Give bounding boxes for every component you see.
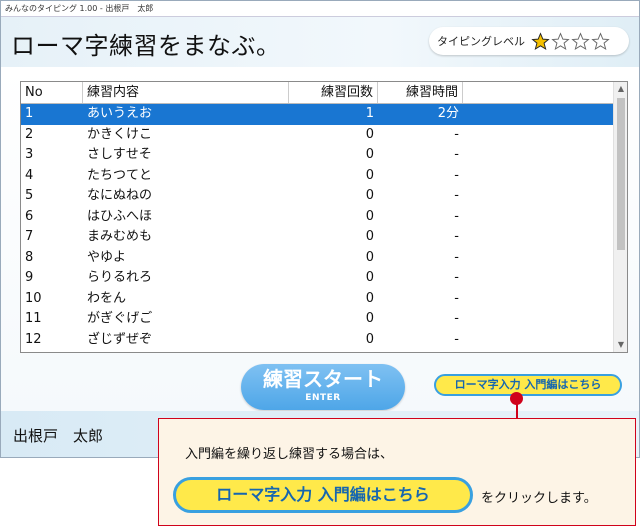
cell-content: さしすせそ — [87, 147, 152, 162]
cell-content: がぎぐげご — [87, 311, 153, 326]
cell-no: 10 — [25, 290, 42, 306]
cell-count: 0 — [365, 331, 374, 347]
scroll-up-icon[interactable]: ▲ — [614, 82, 627, 96]
start-practice-shortcut: ENTER — [305, 393, 341, 403]
star-empty-icon — [551, 31, 570, 50]
column-header-content[interactable]: 練習内容 — [83, 82, 289, 103]
typing-level-indicator: タイピングレベル — [429, 27, 629, 55]
star-empty-icon — [571, 31, 590, 50]
cell-content: なにぬねの — [87, 188, 153, 203]
table-row[interactable]: 8 やゆよ 0 - — [21, 248, 627, 269]
cell-time: - — [454, 167, 459, 183]
cell-no: 12 — [25, 331, 42, 347]
cell-count: 0 — [365, 147, 374, 162]
cell-no: 6 — [25, 208, 34, 224]
cell-count: 0 — [365, 167, 374, 183]
cell-time: - — [454, 188, 459, 203]
cell-count: 0 — [365, 229, 374, 244]
cell-content: やゆよ — [87, 249, 127, 265]
window-title: みんなのタイピング 1.00 - 出根戸 太郎 — [1, 1, 639, 17]
page-title: ローマ字練習をまなぶ。 — [11, 32, 281, 60]
column-header-time[interactable]: 練習時間 — [378, 82, 463, 103]
lesson-table[interactable]: No 練習内容 練習回数 練習時間 1 あいうえお 1 2分 2 かきくけこ 0 - 3 さしすせ… — [20, 81, 628, 353]
cell-time: 2分 — [437, 106, 459, 121]
cell-no: 2 — [25, 126, 34, 142]
table-row[interactable]: 1 あいうえお 1 2分 — [21, 104, 627, 125]
cell-time: - — [454, 270, 459, 285]
cell-no: 11 — [25, 311, 42, 326]
table-row[interactable]: 4 たちつてと 0 - — [21, 166, 627, 187]
table-row[interactable]: 9 らりるれろ 0 - — [21, 268, 627, 289]
cell-content: まみむめも — [87, 229, 153, 244]
callout-text-2: をクリックします。 — [481, 491, 597, 506]
cell-no: 1 — [25, 106, 34, 121]
cell-count: 0 — [365, 249, 374, 265]
cell-content: あいうえお — [87, 106, 153, 121]
column-header-count[interactable]: 練習回数 — [289, 82, 378, 103]
cell-time: - — [454, 147, 459, 162]
cell-content: かきくけこ — [87, 126, 153, 142]
typing-level-label: タイピングレベル — [437, 35, 525, 48]
cell-no: 5 — [25, 188, 34, 203]
column-header-no[interactable]: No — [21, 82, 83, 103]
cell-content: らりるれろ — [87, 270, 153, 285]
cell-count: 0 — [365, 270, 374, 285]
cell-time: - — [454, 311, 459, 326]
intro-course-link[interactable]: ローマ字入力 入門編はこちら — [434, 374, 622, 396]
header-banner: ローマ字練習をまなぶ。 タイピングレベル — [1, 17, 639, 67]
start-practice-label: 練習スタート — [263, 367, 383, 391]
scroll-thumb[interactable] — [617, 98, 625, 250]
cell-no: 3 — [25, 147, 34, 162]
star-empty-icon — [591, 31, 610, 50]
table-row[interactable]: 12 ざじずぜぞ 0 - — [21, 330, 627, 351]
callout-intro-link: ローマ字入力 入門編はこちら — [173, 477, 473, 513]
table-row[interactable]: 6 はひふへほ 0 - — [21, 207, 627, 228]
callout-pointer-dot — [510, 392, 523, 405]
cell-time: - — [454, 331, 459, 347]
start-practice-button[interactable]: 練習スタート ENTER — [241, 364, 405, 410]
table-row[interactable]: 10 わをん 0 - — [21, 289, 627, 310]
cell-count: 0 — [365, 188, 374, 203]
table-row[interactable]: 11 がぎぐげご 0 - — [21, 309, 627, 330]
cell-count: 0 — [365, 208, 374, 224]
vertical-scrollbar[interactable]: ▲ ▼ — [613, 82, 627, 352]
instruction-callout: 入門編を繰り返し練習する場合は、 ローマ字入力 入門編はこちら をクリックします… — [158, 418, 636, 526]
table-row[interactable]: 3 さしすせそ 0 - — [21, 145, 627, 166]
cell-time: - — [454, 290, 459, 306]
cell-no: 4 — [25, 167, 34, 183]
table-header: No 練習内容 練習回数 練習時間 — [21, 82, 627, 104]
cell-count: 0 — [365, 311, 374, 326]
table-row[interactable]: 2 かきくけこ 0 - — [21, 125, 627, 146]
table-row[interactable]: 5 なにぬねの 0 - — [21, 186, 627, 207]
cell-count: 0 — [365, 290, 374, 306]
cell-time: - — [454, 126, 459, 142]
cell-time: - — [454, 249, 459, 265]
cell-no: 8 — [25, 249, 34, 265]
cell-count: 0 — [365, 126, 374, 142]
main-area: No 練習内容 練習回数 練習時間 1 あいうえお 1 2分 2 かきくけこ 0 - 3 さしすせ… — [1, 67, 639, 411]
cell-no: 9 — [25, 270, 34, 285]
cell-content: たちつてと — [87, 167, 153, 183]
cell-time: - — [454, 229, 459, 244]
user-name: 出根戸 太郎 — [13, 427, 104, 445]
table-body: 1 あいうえお 1 2分 2 かきくけこ 0 - 3 さしすせそ 0 - 4 たちつてと 0 - 5 なにぬねの 0… — [21, 104, 627, 350]
cell-no: 7 — [25, 229, 34, 244]
cell-count: 1 — [365, 106, 374, 121]
scroll-down-icon[interactable]: ▼ — [614, 338, 627, 352]
app-window: みんなのタイピング 1.00 - 出根戸 太郎 ローマ字練習をまなぶ。 タイピン… — [0, 0, 640, 458]
cell-time: - — [454, 208, 459, 224]
cell-content: わをん — [87, 290, 127, 306]
callout-text-1: 入門編を繰り返し練習する場合は、 — [185, 447, 394, 462]
star-filled-icon — [531, 31, 550, 50]
cell-content: ざじずぜぞ — [87, 331, 153, 347]
cell-content: はひふへほ — [87, 208, 153, 224]
table-row[interactable]: 7 まみむめも 0 - — [21, 227, 627, 248]
